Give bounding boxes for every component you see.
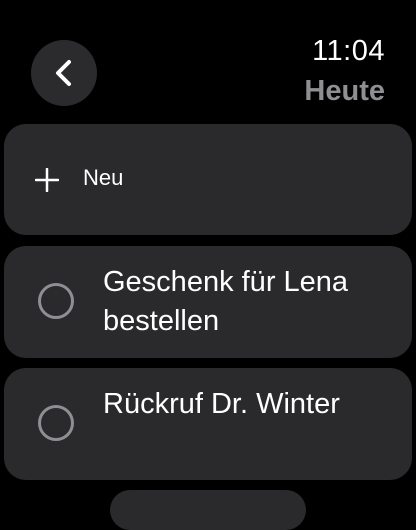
circle-checkbox-icon[interactable] [38, 283, 74, 319]
circle-checkbox-icon[interactable] [38, 405, 74, 441]
task-title: Geschenk für Lena bestellen [103, 266, 349, 337]
task-row[interactable]: Geschenk für Lena bestellen [4, 246, 412, 358]
task-row-partial[interactable] [110, 490, 306, 530]
new-task-button[interactable]: Neu [4, 124, 412, 235]
page-title: Heute [304, 75, 385, 107]
plus-icon [34, 167, 60, 193]
task-title: Rückruf Dr. Winter [103, 388, 340, 420]
status-time: 11:04 [312, 35, 385, 67]
back-button[interactable] [31, 40, 97, 106]
new-task-label: Neu [83, 165, 124, 190]
task-row[interactable]: Rückruf Dr. Winter [4, 368, 412, 480]
chevron-left-icon [52, 57, 76, 89]
